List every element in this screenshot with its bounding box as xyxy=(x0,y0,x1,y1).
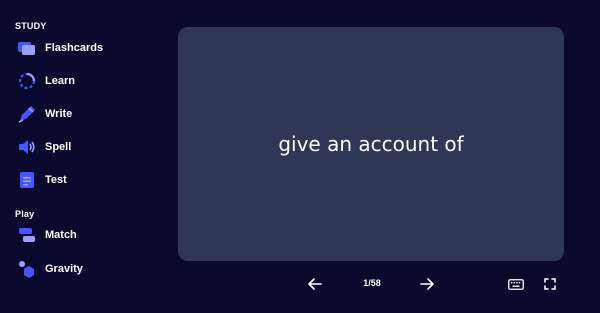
sidebar-item-label: Flashcards xyxy=(45,42,104,54)
test-icon xyxy=(17,170,37,190)
sidebar-item-label: Match xyxy=(45,229,77,241)
sidebar-item-gravity[interactable]: Gravity xyxy=(15,256,155,282)
fullscreen-icon xyxy=(544,278,556,290)
next-card-button[interactable] xyxy=(415,272,439,296)
sidebar-item-learn[interactable]: Learn xyxy=(15,68,155,94)
keyboard-icon xyxy=(508,278,524,290)
arrow-left-icon xyxy=(308,278,322,290)
arrow-right-icon xyxy=(420,278,434,290)
flashcard-term: give an account of xyxy=(278,132,464,156)
learn-icon xyxy=(17,71,37,91)
sidebar-item-label: Gravity xyxy=(45,263,83,275)
match-icon xyxy=(17,225,37,245)
sidebar-item-test[interactable]: Test xyxy=(15,167,155,193)
sidebar-item-label: Write xyxy=(45,108,73,120)
sidebar-item-label: Spell xyxy=(45,141,72,153)
study-sidebar: STUDY Flashcards Learn Write Spell Test … xyxy=(0,0,170,313)
sidebar-item-flashcards[interactable]: Flashcards xyxy=(15,35,155,61)
keyboard-shortcuts-button[interactable] xyxy=(504,272,528,296)
study-heading: STUDY xyxy=(15,21,47,31)
sidebar-item-label: Test xyxy=(45,174,67,186)
sidebar-item-spell[interactable]: Spell xyxy=(15,134,155,160)
sidebar-item-label: Learn xyxy=(45,75,75,87)
write-icon xyxy=(17,104,37,124)
fullscreen-button[interactable] xyxy=(538,272,562,296)
play-heading: Play xyxy=(15,209,35,219)
sidebar-item-match[interactable]: Match xyxy=(15,222,155,248)
gravity-icon xyxy=(17,259,37,279)
sidebar-item-write[interactable]: Write xyxy=(15,101,155,127)
flashcard-controls: 1/58 xyxy=(178,268,564,298)
flashcard[interactable]: give an account of xyxy=(178,27,564,261)
spell-icon xyxy=(17,137,37,157)
flashcards-icon xyxy=(17,38,37,58)
previous-card-button[interactable] xyxy=(303,272,327,296)
card-counter: 1/58 xyxy=(363,278,381,288)
